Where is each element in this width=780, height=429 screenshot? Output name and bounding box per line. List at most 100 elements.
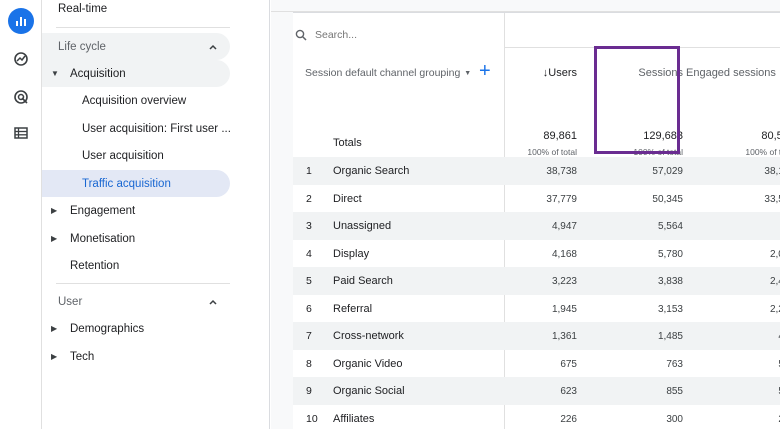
nav-section-label: User [58, 295, 83, 308]
row-engaged-sessions: 2,204 [769, 303, 780, 315]
nav-group-engagement[interactable]: ▶ Engagement [42, 197, 230, 224]
caret-right-icon: ▶ [51, 352, 58, 361]
row-sessions: 3,838 [657, 276, 683, 287]
row-sessions: 50,345 [652, 193, 683, 205]
row-sessions: 5,780 [657, 248, 683, 260]
nav-item-user-acquisition-first[interactable]: User acquisition: First user ... [42, 115, 231, 142]
totals-engaged: 80,584 [761, 130, 780, 142]
search-icon [295, 29, 307, 41]
row-engaged-sessions: 516 [713, 359, 780, 370]
column-header-users[interactable]: ↓Users [517, 67, 577, 79]
caret-down-icon: ▼ [51, 69, 59, 78]
nav-item-realtime[interactable]: Real-time [58, 3, 107, 15]
row-users: 1,361 [551, 331, 577, 342]
nav-item-user-acquisition[interactable]: User acquisition [42, 142, 230, 169]
row-engaged-sessions: 436 [713, 331, 780, 342]
nav-item-label: User acquisition: First user ... [82, 122, 231, 135]
column-header-engaged-sessions[interactable]: Engaged sessions [686, 67, 780, 79]
nav-item-retention[interactable]: Retention [42, 252, 230, 279]
table-row[interactable]: 6 Referral 1,945 3,153 2,204 [293, 295, 780, 323]
row-channel-name: Direct [333, 192, 362, 205]
table-row[interactable]: 5 Paid Search 3,223 3,838 2,425 [293, 267, 780, 295]
chevron-up-icon [209, 299, 217, 305]
nav-item-acquisition-overview[interactable]: Acquisition overview [42, 87, 230, 114]
dimension-selector[interactable]: Session default channel grouping ▼ [305, 67, 471, 79]
nav-item-label: User acquisition [82, 149, 164, 162]
table-row[interactable]: 8 Organic Video 675 763 516 [293, 350, 780, 378]
caret-right-icon: ▶ [51, 234, 58, 243]
totals-engaged-pct: 100% of total [745, 147, 780, 157]
row-engaged-sessions: 38,164 [764, 166, 780, 177]
row-sessions: 1,485 [657, 331, 683, 342]
row-index: 2 [306, 192, 312, 205]
row-index: 8 [306, 357, 312, 370]
row-channel-name: Organic Search [333, 165, 410, 177]
caret-right-icon: ▶ [51, 324, 58, 333]
nav-section-user[interactable]: User [42, 288, 230, 315]
row-users: 4,947 [551, 221, 577, 232]
row-sessions: 3,153 [657, 303, 683, 315]
table-row[interactable]: 10 Affiliates 226 300 222 [293, 405, 780, 429]
table-row[interactable]: 2 Direct 37,779 50,345 33,538 [293, 185, 780, 213]
add-dimension-icon[interactable]: + [479, 61, 491, 81]
row-users: 38,738 [546, 166, 577, 177]
nav-section-lifecycle[interactable]: Life cycle [42, 33, 230, 60]
nav-group-label: Demographics [70, 322, 145, 335]
totals-users-pct: 100% of total [527, 147, 577, 157]
row-sessions: 5,564 [657, 221, 683, 232]
nav-divider [56, 27, 230, 28]
explore-icon[interactable] [8, 46, 34, 72]
nav-group-label: Tech [70, 350, 95, 363]
row-engaged-sessions: 2,064 [769, 248, 780, 260]
report-main: Session default channel grouping ▼ + ↓Us… [271, 0, 780, 429]
row-engaged-sessions: 33,538 [764, 193, 780, 205]
nav-group-monetisation[interactable]: ▶ Monetisation [42, 225, 230, 252]
nav-group-acquisition[interactable]: ▼ Acquisition [42, 60, 230, 87]
row-users: 675 [560, 358, 577, 370]
table-row[interactable]: 4 Display 4,168 5,780 2,064 [293, 240, 780, 268]
sessions-highlight-box [594, 46, 680, 154]
nav-group-label: Engagement [70, 204, 136, 217]
row-engaged-sessions: 222 [713, 414, 780, 425]
nav-group-demographics[interactable]: ▶ Demographics [42, 315, 230, 342]
nav-section-label: Life cycle [58, 40, 106, 53]
configure-icon[interactable] [8, 120, 34, 146]
icon-rail [0, 0, 42, 429]
advertising-icon[interactable] [8, 84, 34, 110]
nav-item-traffic-acquisition[interactable]: Traffic acquisition [42, 170, 230, 197]
table-search[interactable] [293, 21, 503, 49]
row-index: 1 [306, 165, 312, 177]
totals-label: Totals [333, 137, 362, 149]
row-users: 226 [560, 413, 577, 425]
row-channel-name: Unassigned [333, 220, 392, 232]
table-row[interactable]: 7 Cross-network 1,361 1,485 436 [293, 322, 780, 350]
row-engaged-sessions: 2,425 [769, 276, 780, 287]
row-channel-name: Organic Video [333, 357, 403, 370]
report-navigation: Real-time Life cycle ▼ Acquisition Acqui… [42, 0, 270, 429]
row-channel-name: Affiliates [333, 412, 375, 425]
row-users: 1,945 [551, 303, 577, 315]
row-engaged-sessions: 585 [713, 386, 780, 397]
row-index: 9 [306, 385, 312, 397]
row-channel-name: Referral [333, 302, 373, 315]
search-input[interactable] [315, 29, 475, 41]
table-row[interactable]: 9 Organic Social 623 855 585 [293, 377, 780, 405]
row-sessions: 763 [666, 358, 683, 370]
row-channel-name: Display [333, 247, 370, 260]
row-users: 3,223 [551, 276, 577, 287]
row-users: 4,168 [551, 248, 577, 260]
row-users: 37,779 [546, 193, 577, 205]
row-channel-name: Organic Social [333, 385, 405, 397]
table-row[interactable]: 1 Organic Search 38,738 57,029 38,164 [293, 157, 780, 185]
nav-item-label: Retention [70, 259, 120, 272]
row-sessions: 300 [666, 413, 683, 425]
row-channel-name: Paid Search [333, 275, 393, 287]
reports-icon[interactable] [8, 8, 34, 34]
row-index: 7 [306, 330, 312, 342]
row-index: 3 [306, 220, 312, 232]
nav-divider [56, 283, 230, 284]
nav-group-tech[interactable]: ▶ Tech [42, 343, 230, 370]
row-index: 5 [306, 275, 312, 287]
top-strip [271, 0, 780, 12]
table-row[interactable]: 3 Unassigned 4,947 5,564 57 [293, 212, 780, 240]
